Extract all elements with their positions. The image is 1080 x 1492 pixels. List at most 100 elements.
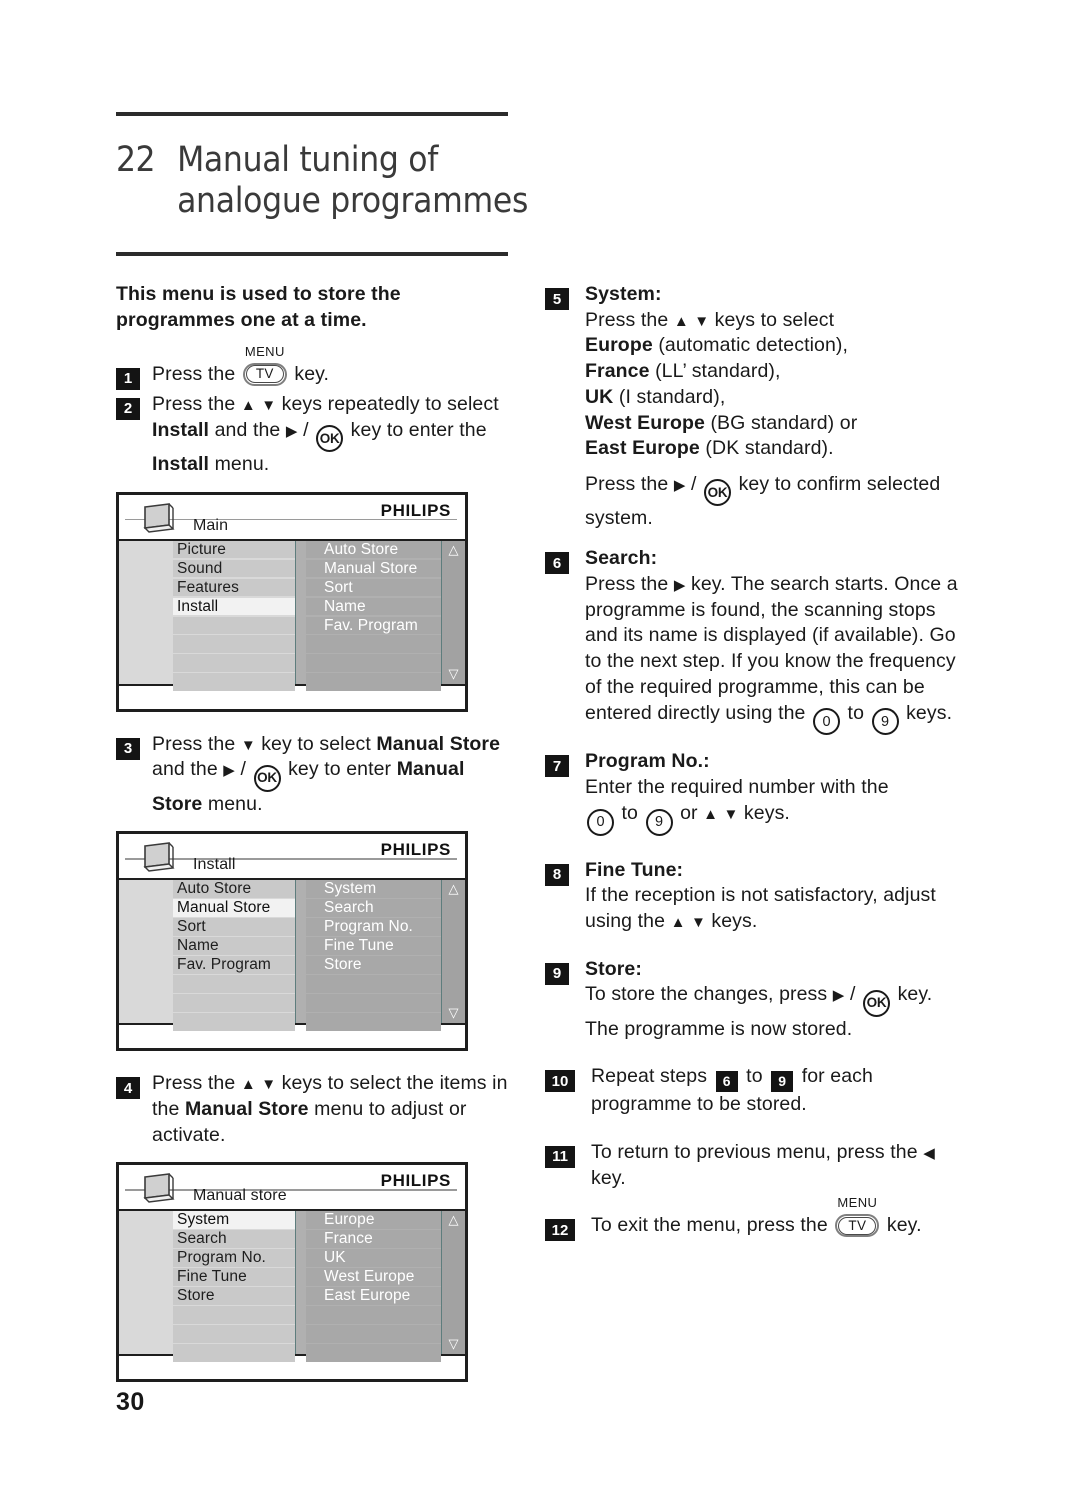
osd2-left-item-4[interactable]: Fav. Program xyxy=(173,956,295,975)
osd1-left-item-empty-1 xyxy=(173,635,295,654)
osd1-right-item-4[interactable]: Fav. Program xyxy=(306,616,441,635)
osd1-left-item-2[interactable]: Features xyxy=(173,578,295,597)
osd3-left-item-empty-0 xyxy=(173,1306,295,1325)
step-7-text: Program No.: Enter the required number w… xyxy=(585,749,889,836)
left-arrow-icon-11: ◀ xyxy=(923,1144,935,1162)
right-arrow-icon-9: ▶ xyxy=(832,987,845,1005)
digit-key-9-icon-6[interactable]: 9 xyxy=(871,708,899,736)
osd2-right-pane: System Search Program No. Fine Tune Stor… xyxy=(295,880,441,1031)
step-5-slash: / xyxy=(690,473,697,496)
step-number-6: 6 xyxy=(545,552,569,575)
scroll-up-icon-2[interactable]: △ xyxy=(449,881,459,897)
tv-menu-key-icon-1[interactable]: TV xyxy=(242,362,287,386)
intro-paragraph: This menu is used to store the programme… xyxy=(116,283,401,331)
osd3-right-item-3[interactable]: West Europe xyxy=(306,1268,441,1287)
osd2-right-item-4[interactable]: Store xyxy=(306,956,441,975)
osd1-right-item-1[interactable]: Manual Store xyxy=(306,559,441,578)
chapter-title-line-2: analogue programmes xyxy=(177,181,529,222)
step-3-text-d: key to enter xyxy=(288,758,392,781)
osd3-scrollbar[interactable]: △ ▽ xyxy=(441,1211,465,1355)
scroll-down-icon-1[interactable]: ▽ xyxy=(449,666,459,682)
scroll-up-icon-3[interactable]: △ xyxy=(449,1212,459,1228)
osd3-right-item-0[interactable]: Europe xyxy=(306,1211,441,1230)
osd3-left-item-0[interactable]: System xyxy=(173,1211,295,1230)
osd3-right-item-empty-2 xyxy=(306,1344,441,1363)
step-6: 6 Search: Press the ▶ key. The search st… xyxy=(545,546,965,736)
osd2-left-item-0[interactable]: Auto Store xyxy=(173,880,295,899)
osd3-body: System Search Program No. Fine Tune Stor… xyxy=(119,1211,465,1363)
step-2-bold-install-2: Install xyxy=(152,452,210,475)
osd3-left-item-1[interactable]: Search xyxy=(173,1230,295,1249)
ok-key-icon-9[interactable]: OK xyxy=(863,989,891,1017)
osd3-left-item-2[interactable]: Program No. xyxy=(173,1249,295,1268)
menu-label-12: MENU xyxy=(837,1195,878,1211)
ok-key-icon-2[interactable]: OK xyxy=(316,424,344,452)
osd2-right-item-1[interactable]: Search xyxy=(306,899,441,918)
menu-label-1: MENU xyxy=(244,343,285,359)
ok-key-icon-5[interactable]: OK xyxy=(704,479,732,507)
digit-key-0-icon-7[interactable]: 0 xyxy=(587,808,614,836)
chapter-heading: 22 Manual tuning of analogue programmes xyxy=(116,140,536,223)
chapter-number: 22 xyxy=(116,140,156,180)
osd1-right-item-2[interactable]: Sort xyxy=(306,578,441,597)
osd3-right-item-empty-0 xyxy=(306,1306,441,1325)
scroll-down-icon-3[interactable]: ▽ xyxy=(449,1336,459,1352)
step-6-text-b: key. The search starts. Once a programme… xyxy=(585,572,958,724)
step-ref-6: 6 xyxy=(715,1071,738,1093)
ok-key-icon-3[interactable]: OK xyxy=(253,764,281,792)
tv-set-icon-2 xyxy=(143,842,175,873)
up-arrow-icon-7: ▲ xyxy=(703,805,718,823)
header-rule-top xyxy=(116,112,508,116)
step-4-text: Press the ▲ ▼ keys to select the items i… xyxy=(152,1071,516,1148)
osd1-body: Picture Sound Features Install Auto Stor… xyxy=(119,540,465,692)
step-4-bold-manual-store: Manual Store xyxy=(184,1098,309,1121)
osd2-right-item-3[interactable]: Fine Tune xyxy=(306,937,441,956)
digit-key-0-icon-6[interactable]: 0 xyxy=(813,708,841,736)
step-number-7: 7 xyxy=(545,755,569,778)
osd2-left-item-2[interactable]: Sort xyxy=(173,918,295,937)
step-10-text: Repeat steps 6 to 9 for each programme t… xyxy=(591,1064,965,1117)
osd2-left-pane: Auto Store Manual Store Sort Name Fav. P… xyxy=(119,880,295,1031)
osd3-left-item-3[interactable]: Fine Tune xyxy=(173,1268,295,1287)
system-option-france-note: (LL’ standard), xyxy=(655,360,781,383)
scroll-down-icon-2[interactable]: ▽ xyxy=(449,1005,459,1021)
osd1-left-item-0[interactable]: Picture xyxy=(173,540,295,559)
osd2-scrollbar[interactable]: △ ▽ xyxy=(441,880,465,1024)
right-arrow-icon-5: ▶ xyxy=(673,477,686,495)
scroll-up-icon-1[interactable]: △ xyxy=(449,542,459,558)
osd2-left-item-3[interactable]: Name xyxy=(173,937,295,956)
step-2: 2 Press the ▲ ▼ keys repeatedly to selec… xyxy=(116,392,516,478)
osd2-right-item-2[interactable]: Program No. xyxy=(306,918,441,937)
step-11-text-b: key. xyxy=(591,1166,626,1189)
step-4-text-a: Press the xyxy=(152,1072,236,1095)
step-3-text-c: and the xyxy=(152,758,218,781)
down-arrow-icon-5: ▼ xyxy=(694,312,710,330)
osd3-right-item-4[interactable]: East Europe xyxy=(306,1287,441,1306)
osd3-left-item-empty-2 xyxy=(173,1344,295,1363)
osd3-right-item-2[interactable]: UK xyxy=(306,1249,441,1268)
osd1-left-item-1[interactable]: Sound xyxy=(173,559,295,578)
right-arrow-icon-2: ▶ xyxy=(285,422,298,440)
tv-key-label-12: TV xyxy=(848,1217,867,1233)
digit-key-9-icon-7[interactable]: 9 xyxy=(645,808,673,836)
step-3-text-b: key to select xyxy=(261,732,371,755)
system-option-west-europe: West Europe xyxy=(585,411,705,434)
osd2-left-item-1[interactable]: Manual Store xyxy=(173,899,295,918)
step-number-10: 10 xyxy=(545,1070,575,1093)
osd1-scrollbar[interactable]: △ ▽ xyxy=(441,540,465,684)
osd1-right-item-empty-0 xyxy=(306,635,441,654)
left-column: This menu is used to store the programme… xyxy=(116,282,516,1402)
osd1-breadcrumb: Main xyxy=(193,516,229,534)
osd3-left-item-4[interactable]: Store xyxy=(173,1287,295,1306)
tv-menu-key-icon-12[interactable]: TV xyxy=(835,1214,880,1238)
step-number-11: 11 xyxy=(545,1145,575,1168)
step-2-text: Press the ▲ ▼ keys repeatedly to select … xyxy=(152,392,516,478)
osd2-left-item-empty-2 xyxy=(173,1013,295,1031)
osd2-right-item-0[interactable]: System xyxy=(306,880,441,899)
osd3-left-pane: System Search Program No. Fine Tune Stor… xyxy=(119,1211,295,1363)
osd1-left-item-empty-3 xyxy=(173,673,295,692)
osd1-right-item-3[interactable]: Name xyxy=(306,597,441,616)
osd1-left-item-3[interactable]: Install xyxy=(173,597,295,616)
osd3-right-item-1[interactable]: France xyxy=(306,1230,441,1249)
osd1-right-item-0[interactable]: Auto Store xyxy=(306,540,441,559)
